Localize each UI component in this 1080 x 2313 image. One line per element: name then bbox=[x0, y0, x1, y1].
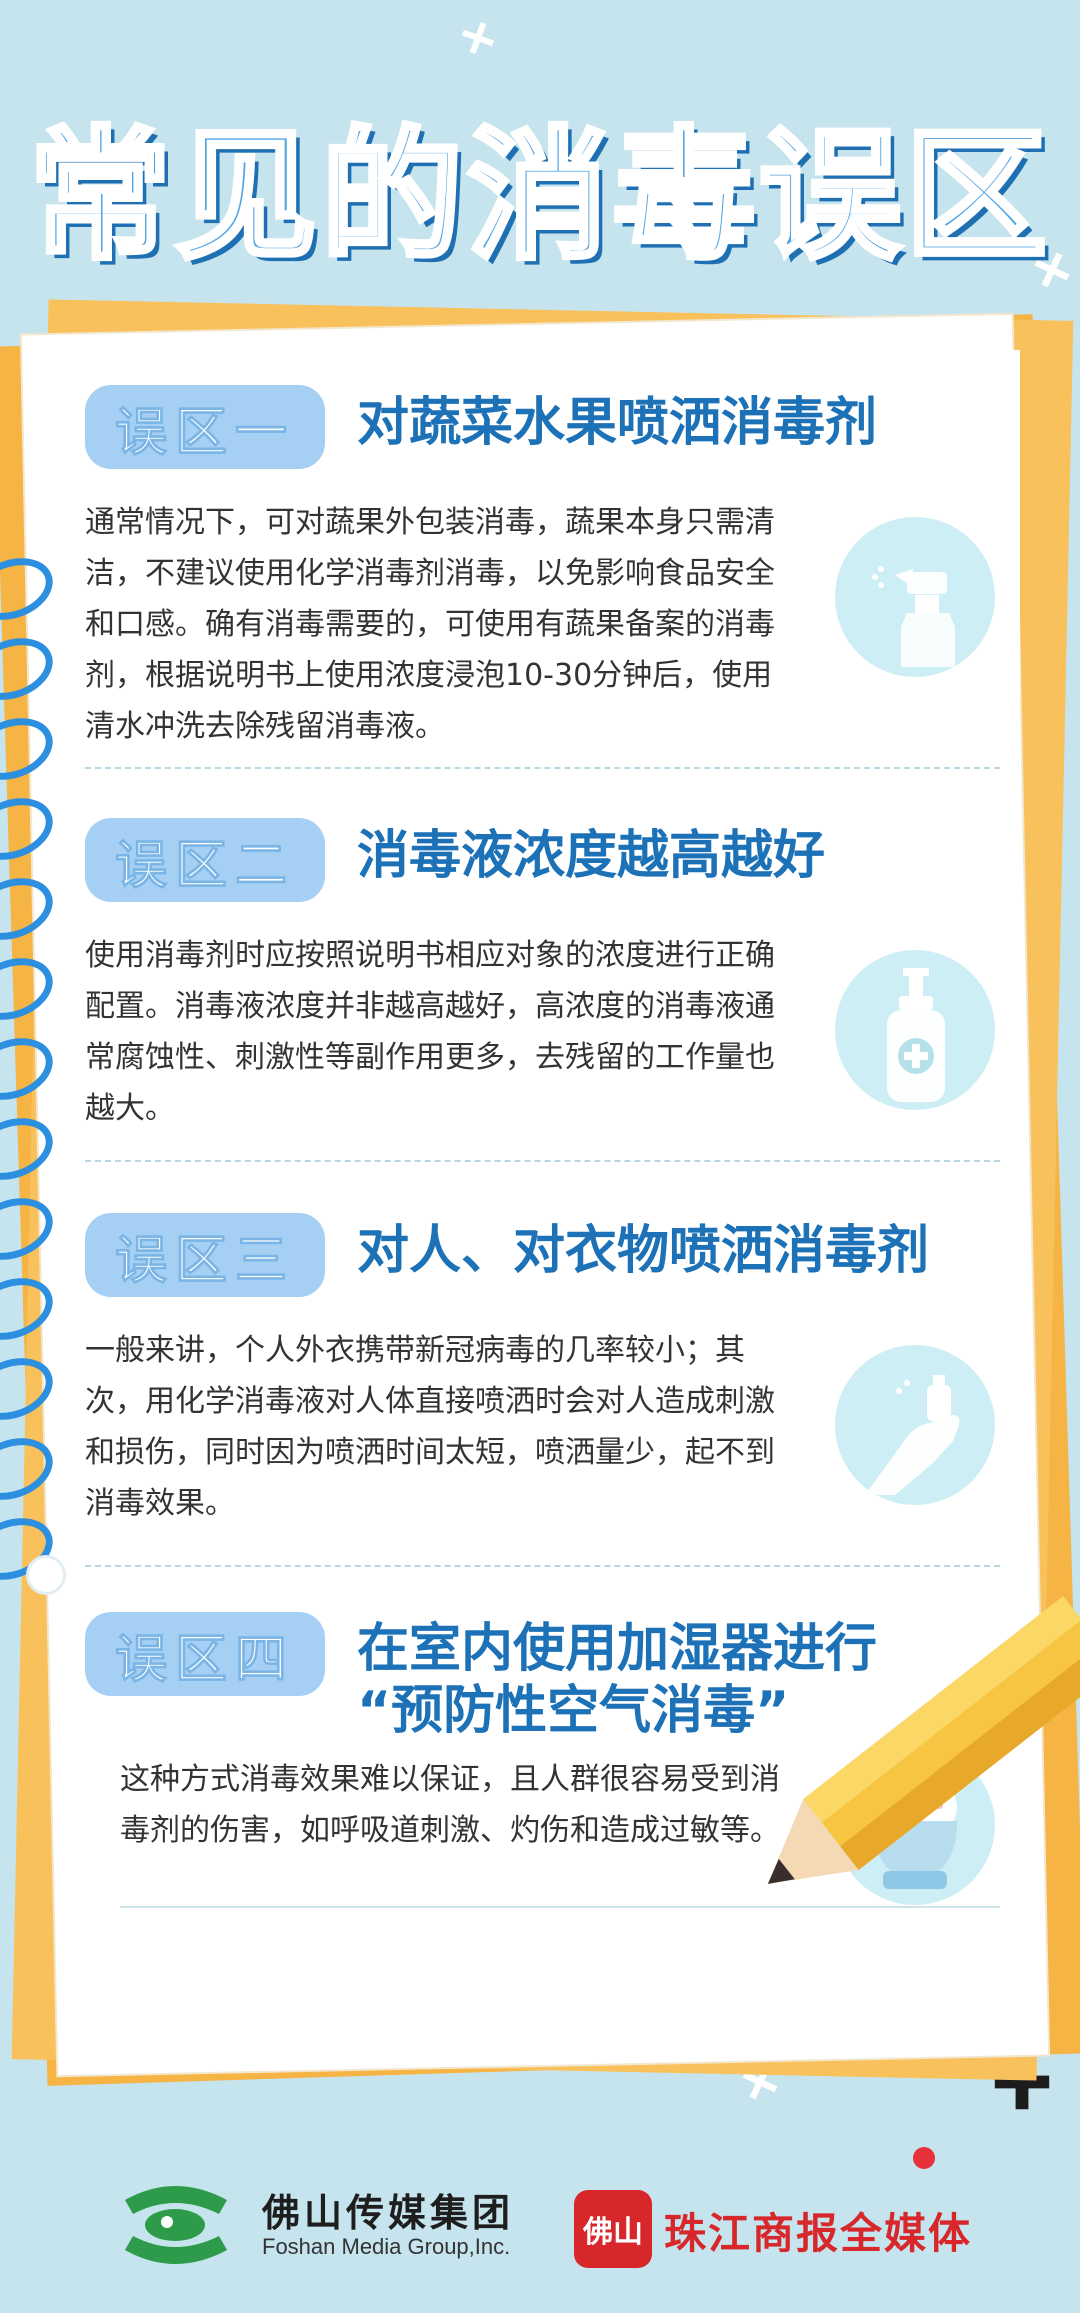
section-body: 这种方式消毒效果难以保证，且人群很容易受到消 毒剂的伤害，如呼吸道刺激、灼伤和造… bbox=[120, 1762, 780, 1848]
section-heading: 对人、对衣物喷洒消毒剂 bbox=[357, 1221, 930, 1281]
section-heading: 消毒液浓度越高越好 bbox=[357, 826, 826, 886]
hand-spray-icon bbox=[835, 1345, 995, 1505]
zhujiang-media-name: 珠江商报全媒体 bbox=[664, 2209, 973, 2258]
poster: 常见的消毒误区 误区一 对蔬菜水果喷洒消毒剂 通常情况下，可对蔬果外包装消毒，蔬… bbox=[0, 0, 1080, 2313]
red-dot bbox=[913, 2147, 935, 2169]
zhujiang-logo-icon: 佛山 bbox=[574, 2190, 652, 2268]
section-heading: 在室内使用加湿器进行 “预防性空气消毒” bbox=[357, 1619, 878, 1741]
section-heading: 对蔬菜水果喷洒消毒剂 bbox=[357, 393, 878, 453]
divider bbox=[120, 1906, 1000, 1908]
pump-bottle-icon bbox=[835, 950, 995, 1110]
foshan-media-name: 佛山传媒集团 bbox=[262, 2190, 515, 2235]
plus-icon-top bbox=[458, 18, 498, 58]
spray-bottle-icon bbox=[835, 517, 995, 677]
divider bbox=[85, 767, 1000, 769]
section-body: 一般来讲，个人外衣携带新冠病毒的几率较小；其 次，用化学消毒液对人体直接喷洒时会… bbox=[85, 1333, 775, 1521]
section-body: 通常情况下，可对蔬果外包装消毒，蔬果本身只需清 洁，不建议使用化学消毒剂消毒，以… bbox=[85, 505, 775, 744]
section-body: 使用消毒剂时应按照说明书相应对象的浓度进行正确 配置。消毒液浓度并非越高越好，高… bbox=[85, 938, 775, 1126]
divider bbox=[85, 1565, 1000, 1567]
section-tag: 误区二 bbox=[85, 818, 325, 902]
section-tag: 误区三 bbox=[85, 1213, 325, 1297]
foshan-media-english: Foshan Media Group,Inc. bbox=[262, 2234, 511, 2259]
section-tag: 误区四 bbox=[85, 1612, 325, 1696]
section-tag: 误区一 bbox=[85, 385, 325, 469]
page-title: 常见的消毒误区 bbox=[27, 112, 1051, 282]
divider bbox=[85, 1160, 1000, 1162]
foshan-media-logo-icon bbox=[115, 2180, 235, 2270]
